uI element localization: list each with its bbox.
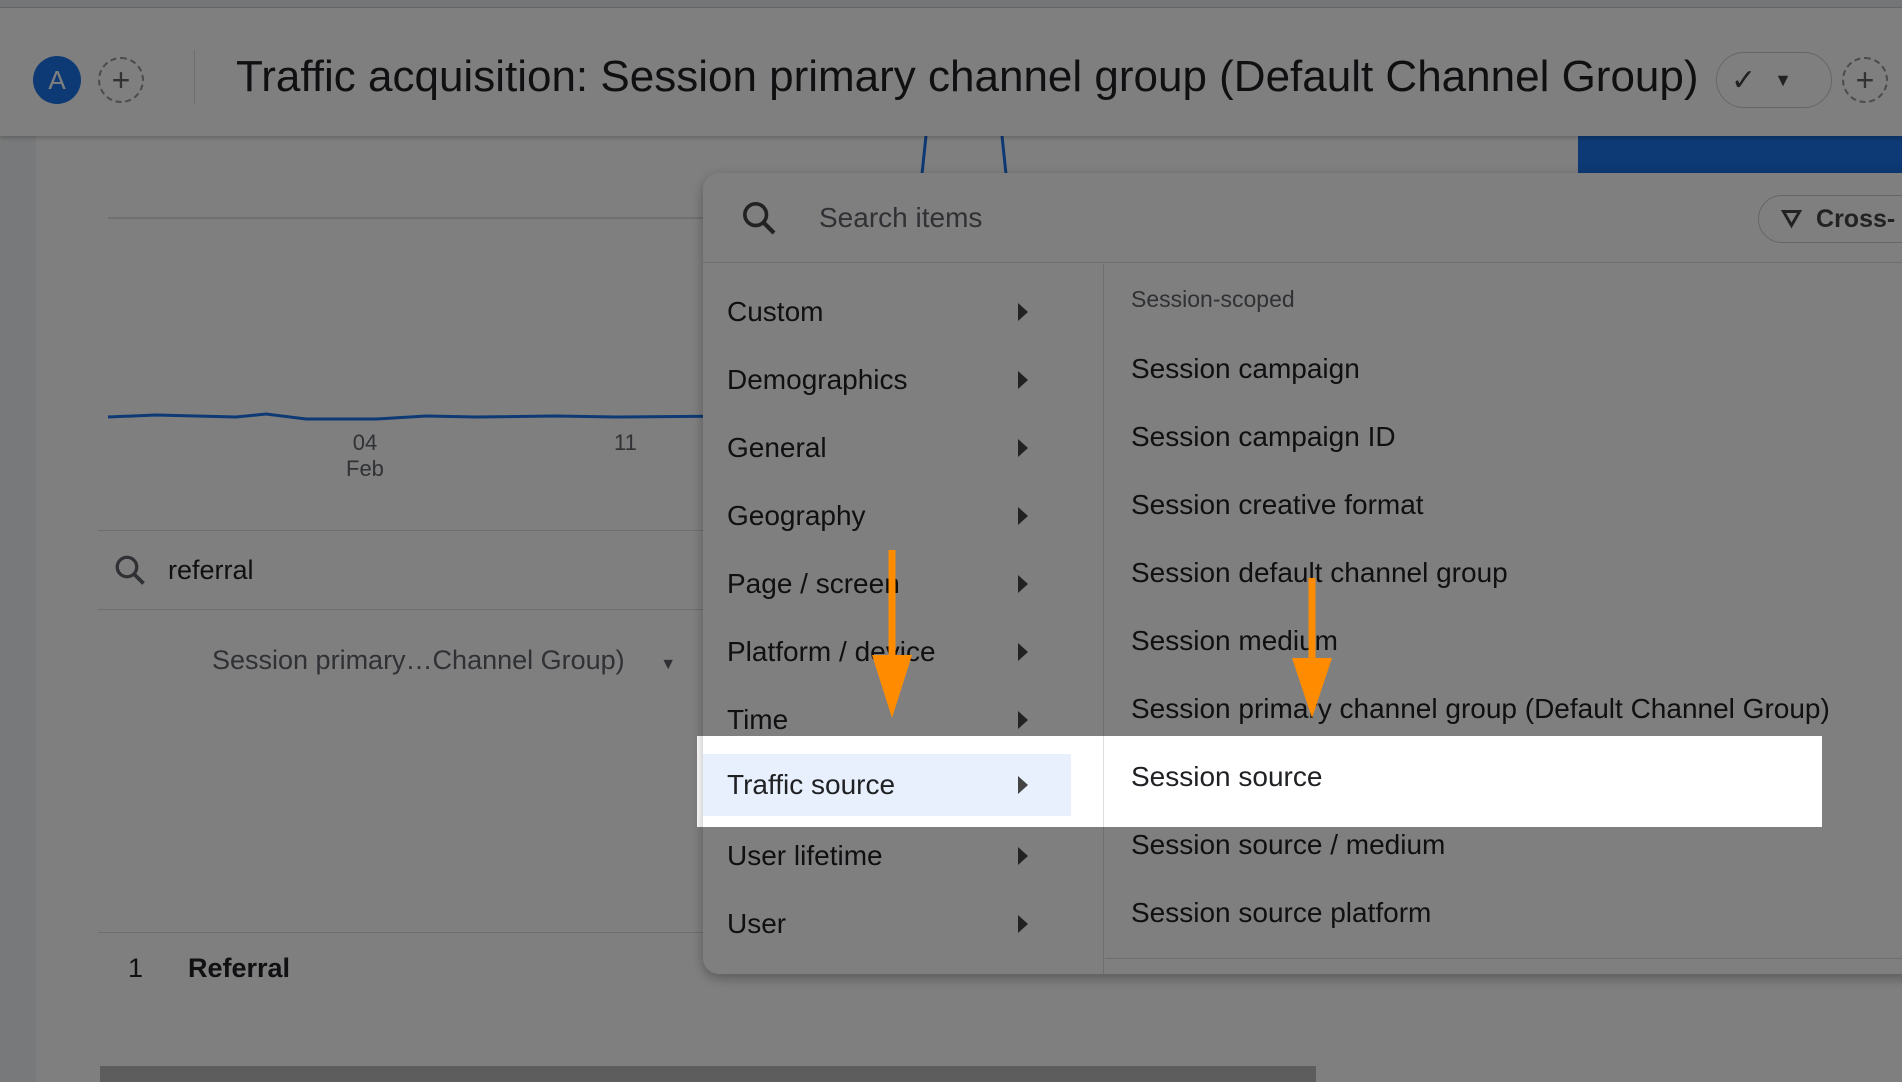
chevron-right-icon: [1018, 847, 1028, 865]
dimension-dropdown-label: Session primary…Channel Group): [212, 645, 625, 675]
cross-channel-label: Cross-: [1816, 204, 1896, 233]
chevron-right-icon: [1018, 776, 1028, 794]
divider: [194, 50, 195, 104]
search-icon: [743, 201, 776, 234]
chevron-down-icon: ▼: [1774, 69, 1792, 90]
menu-search-input[interactable]: Search items: [819, 202, 982, 234]
report-header: A + Traffic acquisition: Session primary…: [0, 8, 1902, 136]
chevron-right-icon: [1018, 711, 1028, 729]
page-title: Traffic acquisition: Session primary cha…: [236, 52, 1699, 101]
row-label: Referral: [188, 953, 291, 983]
chevron-right-icon: [1018, 575, 1028, 593]
dimension-item[interactable]: Session primary channel group (Default C…: [1131, 693, 1830, 725]
category-general[interactable]: General: [703, 414, 1104, 482]
series-line: [107, 412, 737, 421]
arrow-down-icon: [1292, 578, 1332, 718]
dimension-list: Session-scoped Session campaign Session …: [1105, 264, 1902, 959]
chevron-right-icon: [1018, 439, 1028, 457]
category-geography[interactable]: Geography: [703, 482, 1104, 550]
search-icon: [115, 555, 145, 585]
category-user-lifetime[interactable]: User lifetime: [703, 822, 1104, 890]
arrow-down-icon: [872, 550, 912, 718]
dropdown-arrow-icon: ▼: [660, 656, 677, 673]
series-spike: [1000, 136, 1008, 175]
dimension-item-session-source[interactable]: Session source: [1131, 761, 1322, 793]
add-comparison-button[interactable]: +: [98, 57, 144, 103]
cross-channel-button[interactable]: ⛛ Cross-: [1758, 195, 1902, 243]
table-search-input[interactable]: referral: [168, 555, 254, 586]
chevron-right-icon: [1018, 303, 1028, 321]
category-demographics[interactable]: Demographics: [703, 346, 1104, 414]
dimension-item[interactable]: Session source / medium: [1131, 829, 1445, 861]
dimension-dropdown[interactable]: Session primary…Channel Group) ▼: [212, 645, 676, 676]
chevron-right-icon: [1018, 915, 1028, 933]
chevron-right-icon: [1018, 371, 1028, 389]
dimension-item[interactable]: Session campaign ID: [1131, 421, 1396, 453]
menu-search[interactable]: Search items ⛛ Cross-: [703, 173, 1902, 263]
table-search[interactable]: referral: [98, 530, 798, 610]
report-status-button[interactable]: ✓ ▼: [1716, 52, 1832, 108]
dimension-item[interactable]: Session campaign: [1131, 353, 1360, 385]
dimension-item[interactable]: Session source platform: [1131, 897, 1431, 929]
browser-edge: [0, 0, 1902, 8]
category-traffic-source[interactable]: Traffic source: [703, 754, 1071, 816]
category-user[interactable]: User: [703, 890, 1104, 958]
table-row[interactable]: 1 Referral: [98, 932, 784, 1004]
category-custom[interactable]: Custom: [703, 278, 1104, 346]
x-tick-label: 04 Feb: [346, 430, 384, 481]
section-header: Session-scoped: [1131, 286, 1295, 312]
chevron-right-icon: [1018, 643, 1028, 661]
dimension-item[interactable]: Session creative format: [1131, 489, 1424, 521]
plus-icon: +: [111, 61, 131, 98]
plus-icon: +: [1855, 61, 1875, 98]
comparison-avatar[interactable]: A: [33, 56, 81, 104]
series-spike: [920, 136, 928, 175]
chevron-right-icon: [1018, 507, 1028, 525]
check-circle-icon: ✓: [1731, 63, 1757, 97]
row-index: 1: [128, 953, 144, 983]
x-tick-label: 11: [614, 430, 637, 455]
add-button[interactable]: +: [1842, 57, 1888, 103]
filter-icon: ⛛: [1781, 204, 1803, 233]
bar-mark: [1578, 136, 1902, 174]
horizontal-scrollbar[interactable]: [100, 1066, 1316, 1082]
